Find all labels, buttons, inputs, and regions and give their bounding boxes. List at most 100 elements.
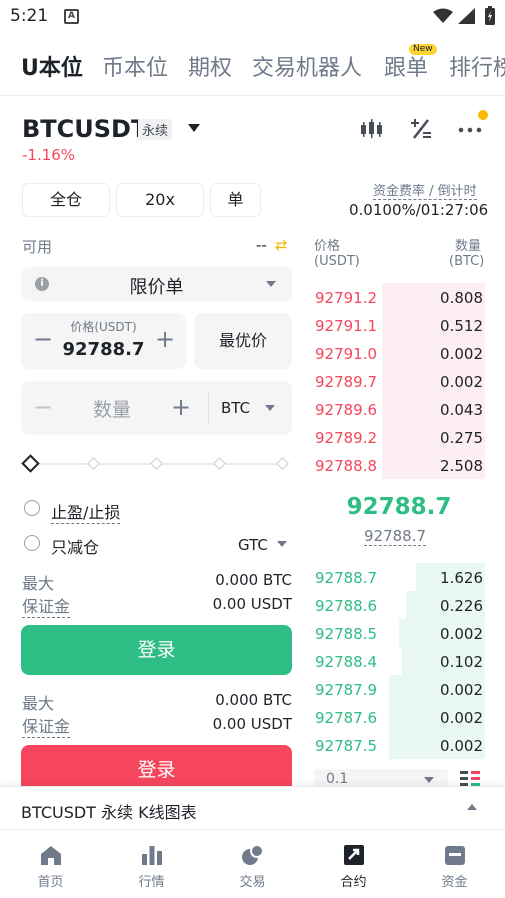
bid-row[interactable]: 92788.5 0.002 <box>313 619 485 647</box>
nav-label: 资金 <box>441 875 468 890</box>
quantity-decrease-button[interactable]: − <box>33 393 53 421</box>
sell-margin-value: 0.00 USDT <box>212 715 292 733</box>
sell-margin-label[interactable]: 保证金 <box>22 713 71 738</box>
bottom-nav: 首页 行情 交易 合约 资金 <box>0 831 505 898</box>
kline-chart-bar[interactable]: BTCUSDT 永续 K线图表 <box>0 786 505 830</box>
trade-icon <box>241 844 264 865</box>
bid-row[interactable]: 92788.7 1.626 <box>313 563 485 591</box>
nav-wallet[interactable]: 资金 <box>404 831 505 898</box>
tab-leaderboard[interactable]: 排行榜 <box>449 50 505 82</box>
nav-label: 首页 <box>37 875 64 890</box>
price-increase-button[interactable]: + <box>155 325 175 353</box>
slider-tick-50[interactable] <box>150 457 163 470</box>
nav-home[interactable]: 首页 <box>0 831 101 898</box>
bid-row[interactable]: 92787.9 0.002 <box>313 675 485 703</box>
slider-tick-75[interactable] <box>213 457 226 470</box>
chevron-up-icon[interactable] <box>467 804 477 810</box>
ask-qty: 0.043 <box>440 401 483 419</box>
bid-row[interactable]: 92787.6 0.002 <box>313 703 485 731</box>
ask-row[interactable]: 92791.0 0.002 <box>313 339 485 367</box>
best-price-button[interactable]: 最优价 <box>194 313 292 369</box>
ask-qty: 0.002 <box>440 345 483 363</box>
sell-max-value: 0.000 BTC <box>215 691 292 709</box>
bid-price: 92788.7 <box>315 569 378 587</box>
available-label: 可用 <box>22 238 53 256</box>
quantity-placeholder[interactable]: 数量 <box>93 395 131 422</box>
quantity-increase-button[interactable]: + <box>171 393 191 421</box>
tab-usdm[interactable]: U本位 <box>21 50 83 82</box>
funding-rate-label[interactable]: 资金费率 / 倒计时 <box>373 180 477 200</box>
quantity-unit[interactable]: BTC <box>221 399 250 417</box>
tab-options[interactable]: 期权 <box>188 50 232 82</box>
position-mode-button[interactable]: 单 <box>210 183 261 217</box>
slider-tick-25[interactable] <box>87 457 100 470</box>
divider <box>0 95 505 96</box>
tp-sl-label[interactable]: 止盈/止损 <box>51 499 121 524</box>
transfer-icon[interactable]: ⇄ <box>275 236 288 254</box>
bid-row[interactable]: 92788.6 0.226 <box>313 591 485 619</box>
tab-trading-bots[interactable]: 交易机器人 <box>252 50 362 82</box>
ask-row[interactable]: 92789.2 0.275 <box>313 423 485 451</box>
dropdown-arrow-icon[interactable] <box>277 541 287 547</box>
reduce-only-checkbox[interactable] <box>24 535 40 551</box>
order-type-select[interactable]: i 限价单 <box>21 267 292 301</box>
nav-futures[interactable]: 合约 <box>303 831 404 898</box>
bid-price: 92787.9 <box>315 681 378 699</box>
buy-max-label: 最大 <box>22 574 55 593</box>
notification-dot <box>478 110 488 120</box>
ask-qty: 0.808 <box>440 289 483 307</box>
quantity-slider-handle[interactable] <box>21 454 40 473</box>
battery-icon <box>485 6 495 25</box>
ask-row[interactable]: 92789.6 0.043 <box>313 395 485 423</box>
time-in-force-select[interactable]: GTC <box>238 536 268 554</box>
ob-qty-header: 数量 <box>455 239 482 254</box>
quantity-input[interactable]: − 数量 + BTC <box>21 381 292 435</box>
price-input[interactable]: − 价格(USDT) 92788.7 + <box>21 313 186 369</box>
candlestick-chart-icon[interactable] <box>359 118 385 140</box>
slider-tick-100[interactable] <box>276 457 289 470</box>
more-icon[interactable] <box>457 118 483 140</box>
bid-price: 92788.5 <box>315 625 378 643</box>
nav-label: 交易 <box>239 875 266 890</box>
bid-qty: 0.002 <box>440 737 483 755</box>
bid-qty: 0.002 <box>440 625 483 643</box>
tp-sl-checkbox[interactable] <box>24 500 40 516</box>
ob-price-unit: (USDT) <box>314 254 360 269</box>
dropdown-arrow-icon <box>265 405 275 411</box>
price-change: -1.16% <box>22 146 76 164</box>
dropdown-arrow-icon <box>424 777 434 783</box>
nav-markets[interactable]: 行情 <box>101 831 202 898</box>
app-notification-icon: A <box>64 9 79 24</box>
dropdown-arrow-icon <box>266 281 276 287</box>
order-type-label: 限价单 <box>129 277 184 298</box>
mark-price[interactable]: 92788.7 <box>364 527 427 546</box>
ask-row[interactable]: 92789.7 0.002 <box>313 367 485 395</box>
ask-price: 92791.0 <box>315 345 378 363</box>
sell-max-label: 最大 <box>22 694 55 713</box>
ask-row[interactable]: 92791.2 0.808 <box>313 283 485 311</box>
ask-row[interactable]: 92788.8 2.508 <box>313 451 485 479</box>
bid-qty: 0.002 <box>440 681 483 699</box>
ask-qty: 0.002 <box>440 373 483 391</box>
symbol-name[interactable]: BTCUSDT <box>22 115 147 143</box>
buy-margin-label[interactable]: 保证金 <box>22 593 71 618</box>
last-price[interactable]: 92788.7 <box>313 494 485 520</box>
ask-qty: 0.275 <box>440 429 483 447</box>
bid-row[interactable]: 92787.5 0.002 <box>313 731 485 759</box>
bid-row[interactable]: 92788.4 0.102 <box>313 647 485 675</box>
ask-price: 92789.7 <box>315 373 378 391</box>
ask-row[interactable]: 92791.1 0.512 <box>313 311 485 339</box>
reduce-only-label[interactable]: 只减仓 <box>51 534 99 558</box>
buy-login-button[interactable]: 登录 <box>21 625 292 675</box>
bid-price: 92788.4 <box>315 653 378 671</box>
margin-mode-button[interactable]: 全仓 <box>22 183 110 217</box>
ask-price: 92789.6 <box>315 401 378 419</box>
funding-calculator-icon[interactable] <box>408 118 434 140</box>
nav-trade[interactable]: 交易 <box>202 831 303 898</box>
tab-coinm[interactable]: 币本位 <box>102 50 168 82</box>
kline-chart-label: BTCUSDT 永续 K线图表 <box>21 803 197 822</box>
bid-price: 92787.6 <box>315 709 378 727</box>
ask-price: 92789.2 <box>315 429 378 447</box>
symbol-dropdown-caret-icon[interactable] <box>188 124 200 132</box>
leverage-button[interactable]: 20x <box>116 183 204 217</box>
